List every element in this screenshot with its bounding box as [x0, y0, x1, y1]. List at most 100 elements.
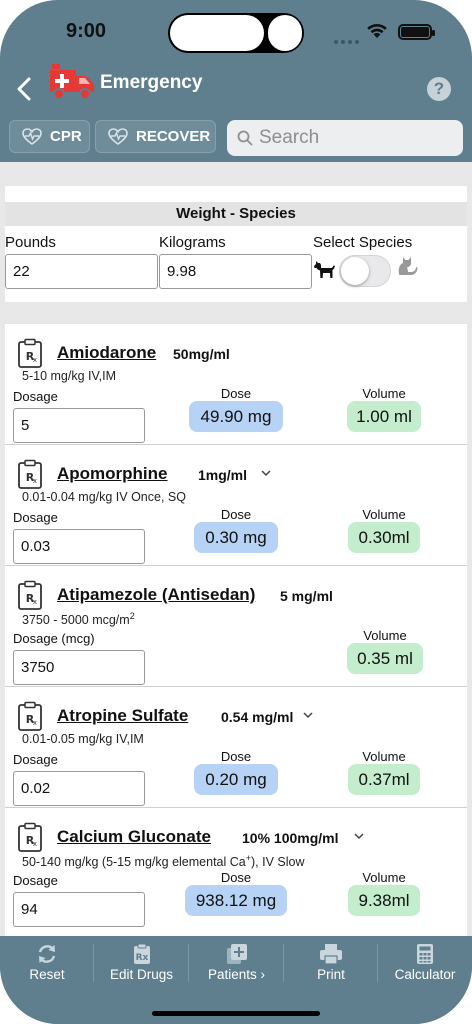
dosage-label: Dosage (mcg) — [13, 631, 95, 646]
drug-name[interactable]: Amiodarone — [57, 343, 156, 363]
drug-description: 3750 - 5000 mcg/m2 — [22, 611, 135, 628]
drug-description: 50-140 mg/kg (5-15 mg/kg elemental Ca+),… — [22, 853, 305, 870]
tab-patients-label: Patients — [207, 967, 257, 982]
drug-description: 5-10 mg/kg IV,IM — [22, 369, 117, 383]
dose-header: Dose — [220, 749, 252, 764]
ambulance-logo-icon — [50, 64, 94, 100]
tab-edit-drugs[interactable]: Rx Edit Drugs — [94, 936, 189, 990]
drug-concentration: 5 mg/ml — [280, 588, 333, 604]
dosage-label: Dosage — [13, 873, 58, 888]
volume-header: Volume — [363, 628, 407, 643]
recover-button[interactable]: RECOVER — [95, 120, 216, 153]
dose-header: Dose — [220, 386, 252, 401]
search-bar[interactable] — [227, 120, 463, 156]
volume-header: Volume — [362, 386, 406, 401]
rx-clipboard-icon[interactable]: Rx — [15, 338, 45, 368]
cpr-button[interactable]: CPR — [9, 120, 90, 153]
drug-name[interactable]: Calcium Gluconate — [57, 827, 211, 847]
weight-species-card: Weight - Species Pounds 22 Kilograms 9.9… — [5, 186, 467, 302]
svg-text:x: x — [33, 477, 37, 485]
drug-concentration: 0.54 mg/ml — [221, 709, 294, 725]
calculator-icon — [417, 944, 433, 964]
drug-description: 0.01-0.04 mg/kg IV Once, SQ — [22, 490, 186, 504]
signal-icon — [334, 31, 362, 49]
drug-list: Rx Amiodarone 50mg/ml 5-10 mg/kg IV,IM D… — [5, 324, 467, 936]
drug-row-amiodarone[interactable]: Rx Amiodarone 50mg/ml 5-10 mg/kg IV,IM D… — [5, 324, 467, 445]
dosage-input[interactable]: 0.02 — [13, 771, 145, 806]
chevron-down-icon[interactable] — [261, 469, 271, 477]
chevron-down-icon[interactable] — [354, 832, 364, 840]
svg-text:x: x — [33, 840, 37, 848]
dosage-label: Dosage — [13, 752, 58, 767]
tab-calculator-label: Calculator — [394, 967, 456, 982]
heartbeat-icon — [108, 128, 128, 145]
dosage-input[interactable]: 5 — [13, 408, 145, 443]
add-record-icon — [226, 944, 247, 964]
toggle-knob — [341, 257, 369, 285]
dosage-input[interactable]: 94 — [13, 892, 145, 927]
battery-icon — [398, 24, 435, 40]
drug-row-calcium-gluconate[interactable]: Rx Calcium Gluconate 10% 100mg/ml 50-140… — [5, 808, 467, 929]
volume-value: 0.30ml — [348, 522, 420, 553]
recover-label: RECOVER — [136, 128, 211, 145]
volume-value: 9.38ml — [348, 885, 420, 916]
chevron-down-icon[interactable] — [303, 711, 313, 719]
tab-print[interactable]: Print — [284, 936, 378, 990]
rx-clipboard-icon[interactable]: Rx — [15, 580, 45, 610]
kilograms-input[interactable]: 9.98 — [159, 254, 312, 289]
drug-name[interactable]: Apomorphine — [57, 464, 168, 484]
tab-reset[interactable]: Reset — [0, 936, 94, 990]
status-bar: 9:00 — [0, 0, 472, 60]
drug-concentration: 1mg/ml — [198, 467, 248, 483]
dosage-input[interactable]: 0.03 — [13, 529, 145, 564]
drug-row-atipamezole[interactable]: Rx Atipamezole (Antisedan) 5 mg/ml 3750 … — [5, 566, 467, 687]
pounds-input[interactable]: 22 — [5, 254, 158, 289]
search-input[interactable] — [259, 127, 449, 149]
drug-row-apomorphine[interactable]: Rx Apomorphine 1mg/ml 0.01-0.04 mg/kg IV… — [5, 445, 467, 566]
volume-header: Volume — [362, 507, 406, 522]
kilograms-label: Kilograms — [159, 234, 226, 251]
dose-value: 0.20 mg — [194, 764, 278, 795]
printer-icon — [320, 944, 342, 965]
dose-value: 49.90 mg — [189, 401, 283, 432]
select-species-label: Select Species — [313, 234, 413, 251]
tab-patients[interactable]: Patients › — [189, 936, 284, 990]
drug-name[interactable]: Atropine Sulfate — [57, 706, 188, 726]
rx-clipboard-icon[interactable]: Rx — [15, 701, 45, 731]
page-title: Emergency — [100, 72, 203, 93]
dose-header: Dose — [220, 870, 252, 885]
pounds-label: Pounds — [5, 234, 56, 251]
rx-clipboard-icon[interactable]: Rx — [15, 822, 45, 852]
content-area: Weight - Species Pounds 22 Kilograms 9.9… — [0, 162, 472, 936]
search-icon — [237, 130, 253, 146]
volume-value: 1.00 ml — [347, 401, 421, 432]
species-toggle[interactable] — [339, 255, 391, 287]
dosage-input[interactable]: 3750 — [13, 650, 145, 685]
drug-description: 0.01-0.05 mg/kg IV,IM — [22, 732, 144, 746]
svg-text:x: x — [33, 356, 37, 364]
help-button[interactable]: ? — [427, 77, 451, 101]
tab-reset-label: Reset — [29, 967, 65, 982]
drug-concentration: 50mg/ml — [173, 346, 230, 362]
svg-text:Rx: Rx — [135, 953, 148, 963]
home-indicator — [152, 1011, 320, 1016]
back-chevron-icon[interactable] — [14, 76, 36, 102]
wifi-icon — [367, 23, 387, 38]
dose-header: Dose — [220, 507, 252, 522]
phone-screen: 9:00 Emergency ? CPR RECOVER Search Weig… — [0, 0, 472, 1024]
drug-concentration: 10% 100mg/ml — [242, 830, 339, 846]
cat-icon[interactable] — [396, 254, 418, 278]
weight-species-header: Weight - Species — [5, 202, 467, 226]
tab-print-label: Print — [317, 967, 345, 982]
dosage-label: Dosage — [13, 510, 58, 525]
drug-row-atropine[interactable]: Rx Atropine Sulfate 0.54 mg/ml 0.01-0.05… — [5, 687, 467, 808]
drug-name[interactable]: Atipamezole (Antisedan) — [57, 585, 255, 605]
tab-calculator[interactable]: Calculator — [378, 936, 472, 990]
dose-value: 938.12 mg — [185, 885, 287, 916]
volume-value: 0.35 ml — [347, 643, 423, 674]
dose-value: 0.30 mg — [194, 522, 278, 553]
volume-header: Volume — [362, 870, 406, 885]
rx-clipboard-icon[interactable]: Rx — [15, 459, 45, 489]
rx-clipboard-icon: Rx — [133, 943, 150, 964]
dog-icon[interactable] — [312, 257, 336, 281]
